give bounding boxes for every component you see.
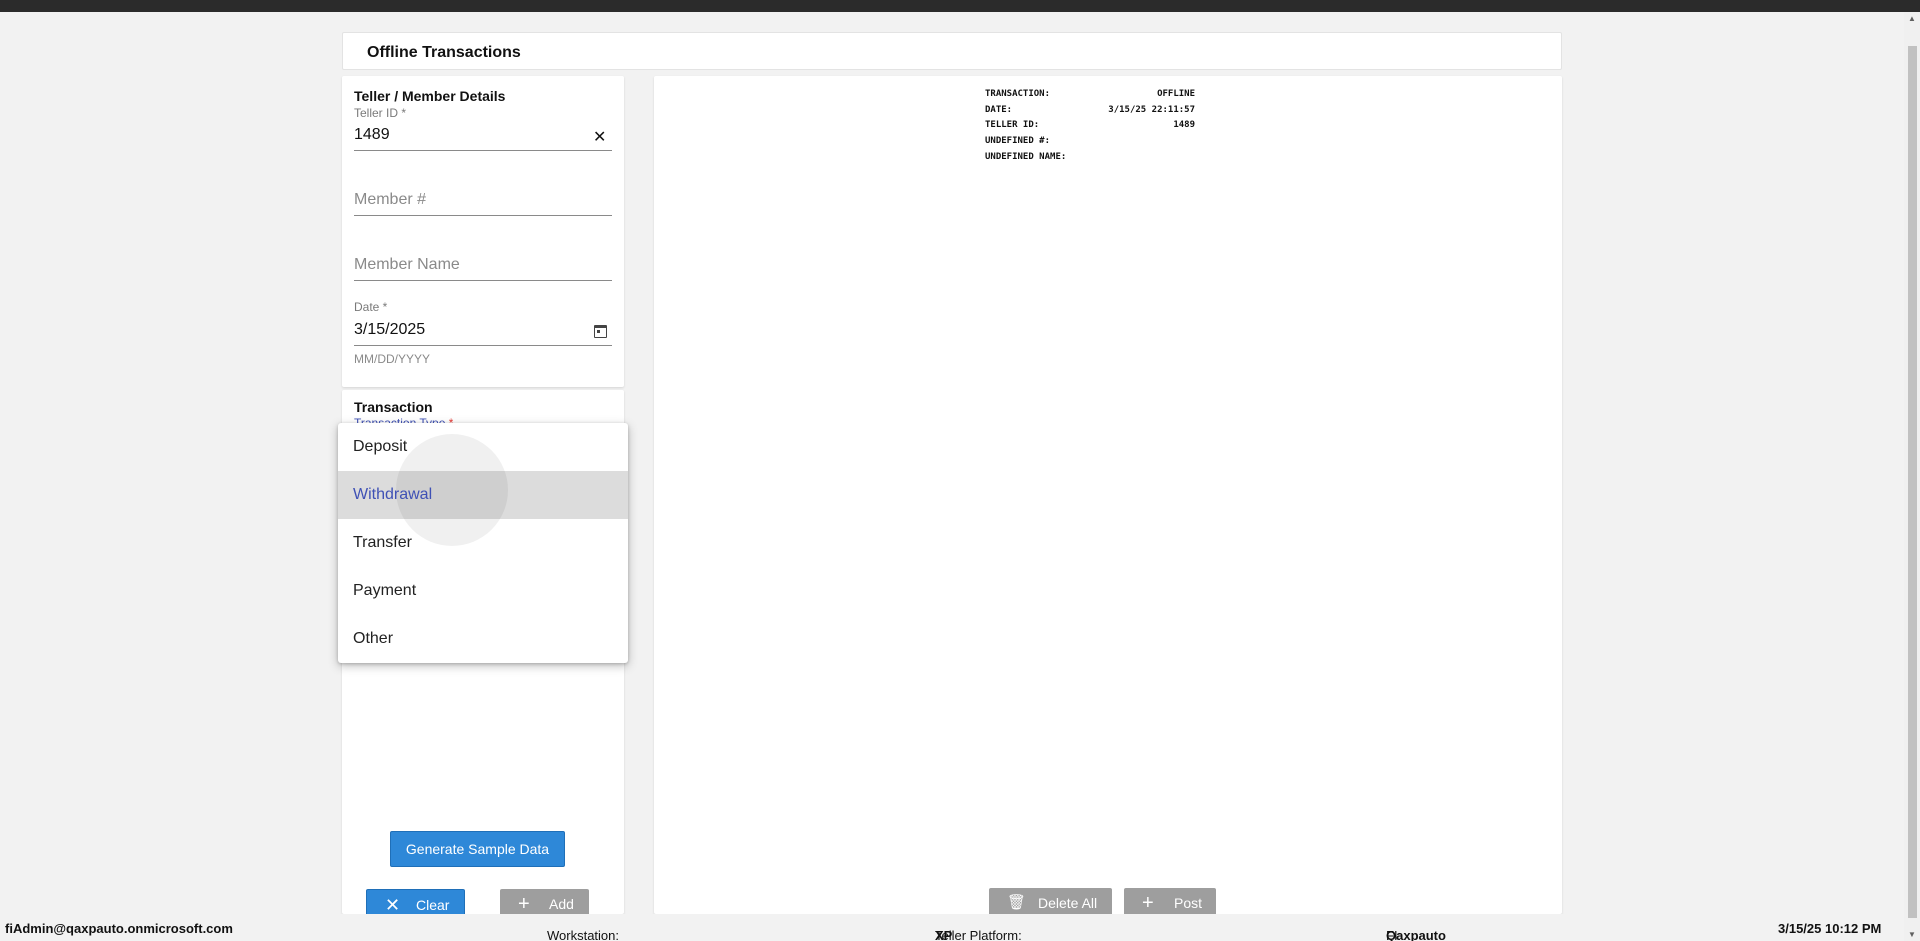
member-number-input[interactable]: Member #	[354, 191, 426, 209]
receipt-row: UNDEFINED #:	[985, 136, 1195, 152]
teller-id-underline	[354, 150, 612, 151]
receipt-key: UNDEFINED NAME:	[985, 151, 1067, 162]
receipt-key: UNDEFINED #:	[985, 136, 1051, 147]
member-number-underline	[354, 215, 612, 216]
vertical-scrollbar[interactable]: ▲ ▼	[1904, 12, 1920, 941]
teller-member-section-title: Teller / Member Details	[354, 88, 506, 104]
teller-id-input[interactable]: 1489	[354, 126, 390, 144]
receipt-value: 1489	[1173, 120, 1195, 131]
close-icon[interactable]: ✕	[593, 127, 606, 147]
receipt-text: TRANSACTION: OFFLINE DATE: 3/15/25 22:11:5…	[985, 89, 1195, 167]
scrollbar-thumb[interactable]	[1908, 46, 1917, 918]
status-datetime: 3/15/25 10:12 PM	[1778, 921, 1882, 936]
member-name-underline	[354, 280, 612, 281]
date-input[interactable]: 3/15/2025	[354, 321, 425, 339]
receipt-row: UNDEFINED NAME:	[985, 152, 1195, 168]
receipt-key: DATE:	[985, 104, 1013, 115]
teller-member-panel: Teller / Member Details Teller ID * 1489…	[342, 76, 624, 387]
window-top-bar	[0, 0, 1920, 12]
transaction-section-title: Transaction	[354, 399, 433, 415]
menu-option-transfer[interactable]: Transfer	[338, 519, 628, 567]
calendar-icon[interactable]	[594, 325, 607, 338]
date-helper-text: MM/DD/YYYY	[354, 352, 431, 366]
page-title: Offline Transactions	[367, 44, 521, 61]
menu-option-other[interactable]: Other	[338, 615, 628, 663]
scroll-down-icon[interactable]: ▼	[1908, 930, 1916, 939]
menu-option-payment[interactable]: Payment	[338, 567, 628, 615]
platform-value: XP	[935, 928, 953, 941]
receipt-key: TELLER ID:	[985, 120, 1040, 131]
receipt-value: OFFLINE	[1157, 89, 1195, 99]
fi-value: Qaxpauto	[1386, 928, 1446, 941]
teller-id-label: Teller ID *	[354, 106, 407, 120]
date-label: Date *	[354, 300, 388, 314]
receipt-value: 3/15/25 22:11:57	[1108, 104, 1195, 115]
receipt-row: DATE: 3/15/25 22:11:57	[985, 105, 1195, 121]
receipt-preview-panel: TRANSACTION: OFFLINE DATE: 3/15/25 22:11:5…	[654, 76, 1562, 914]
receipt-key: TRANSACTION:	[985, 89, 1051, 99]
scroll-up-icon[interactable]: ▲	[1908, 14, 1916, 23]
menu-option-withdrawal[interactable]: Withdrawal	[338, 434, 628, 546]
page-header: Offline Transactions	[342, 32, 1562, 70]
workstation-label: Workstation:	[547, 928, 620, 941]
status-bar: fiAdmin@qaxpauto.onmicrosoft.com Worksta…	[0, 914, 1904, 941]
transaction-type-menu: Deposit Withdrawal Transfer Payment Othe…	[338, 423, 628, 663]
date-underline	[354, 345, 612, 346]
status-user: fiAdmin@qaxpauto.onmicrosoft.com	[5, 921, 233, 936]
receipt-row: TRANSACTION: OFFLINE	[985, 89, 1195, 105]
menu-option-withdrawal-label: Withdrawal	[353, 486, 433, 503]
member-name-input[interactable]: Member Name	[354, 256, 460, 274]
generate-sample-data-button[interactable]: Generate Sample Data	[390, 831, 565, 867]
receipt-row: TELLER ID: 1489	[985, 120, 1195, 136]
